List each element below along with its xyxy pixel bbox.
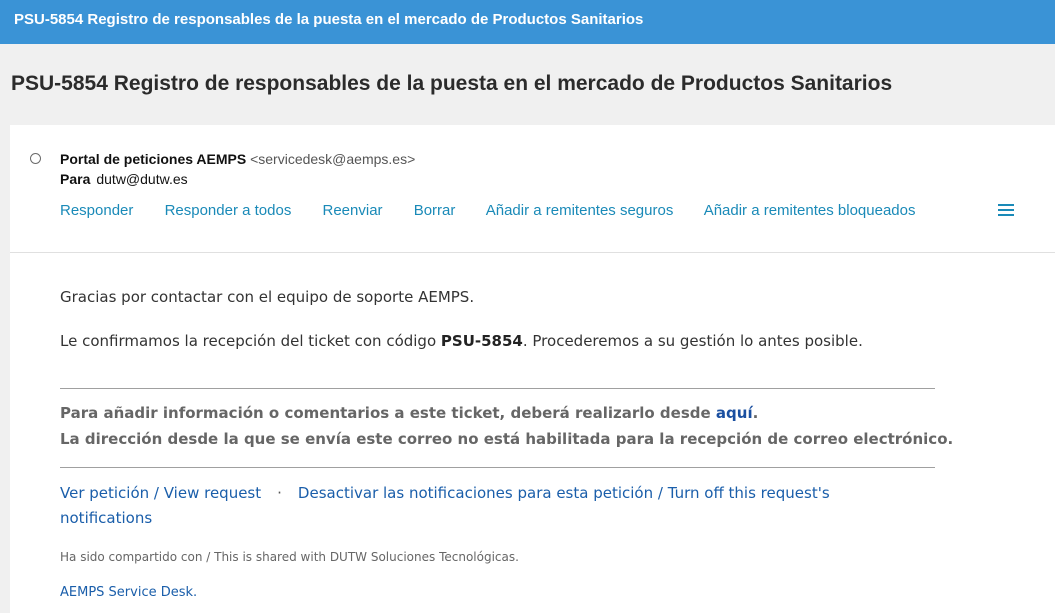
service-desk-link[interactable]: AEMPS Service Desk. bbox=[60, 585, 197, 600]
greeting-text: Gracias por contactar con el equipo de s… bbox=[60, 288, 475, 306]
view-request-link[interactable]: Ver petición / View request bbox=[60, 484, 261, 502]
sender-name: Portal de peticiones AEMPS bbox=[60, 151, 247, 167]
delete-button[interactable]: Borrar bbox=[414, 202, 456, 219]
add-safe-sender-button[interactable]: Añadir a remitentes seguros bbox=[486, 202, 674, 219]
recipient-line: Para dutw@dutw.es bbox=[60, 171, 188, 187]
message-actions: Responder Responder a todos Reenviar Bor… bbox=[60, 202, 943, 219]
confirmation-text: Le confirmamos la recepción del ticket c… bbox=[60, 332, 863, 350]
request-links: Ver petición / View request · Desactivar l… bbox=[60, 481, 890, 531]
hamburger-menu-icon[interactable] bbox=[998, 204, 1014, 218]
notice-here-link[interactable]: aquí bbox=[716, 404, 753, 422]
header-divider bbox=[10, 252, 1055, 253]
select-message-radio[interactable] bbox=[30, 153, 41, 164]
confirmation-suffix: . Procederemos a su gestión lo antes pos… bbox=[522, 332, 863, 350]
notice-line-1: Para añadir información o comentarios a … bbox=[60, 404, 758, 422]
ticket-code: PSU-5854 bbox=[440, 332, 523, 350]
window-title-bar: PSU-5854 Registro de responsables de la … bbox=[0, 0, 1055, 44]
sender-line: Portal de peticiones AEMPS <servicedesk@… bbox=[60, 151, 415, 167]
link-separator: · bbox=[277, 484, 282, 502]
sender-email: <servicedesk@aemps.es> bbox=[250, 151, 416, 167]
message-panel: Portal de peticiones AEMPS <servicedesk@… bbox=[10, 125, 1055, 613]
shared-with-text: Ha sido compartido con / This is shared … bbox=[60, 550, 519, 564]
notice-top-rule bbox=[60, 388, 935, 389]
confirmation-prefix: Le confirmamos la recepción del ticket c… bbox=[60, 332, 441, 350]
recipient-email: dutw@dutw.es bbox=[96, 171, 188, 187]
recipient-label: Para bbox=[60, 171, 91, 187]
notice-line-1-suffix: . bbox=[752, 404, 759, 422]
add-blocked-sender-button[interactable]: Añadir a remitentes bloqueados bbox=[704, 202, 916, 219]
notice-line-2: La dirección desde la que se envía este … bbox=[60, 430, 954, 448]
message-subject: PSU-5854 Registro de responsables de la … bbox=[11, 72, 893, 95]
reply-all-button[interactable]: Responder a todos bbox=[165, 202, 292, 219]
notice-bottom-rule bbox=[60, 467, 935, 468]
forward-button[interactable]: Reenviar bbox=[323, 202, 383, 219]
notice-line-1-prefix: Para añadir información o comentarios a … bbox=[60, 404, 716, 422]
reply-button[interactable]: Responder bbox=[60, 202, 133, 219]
